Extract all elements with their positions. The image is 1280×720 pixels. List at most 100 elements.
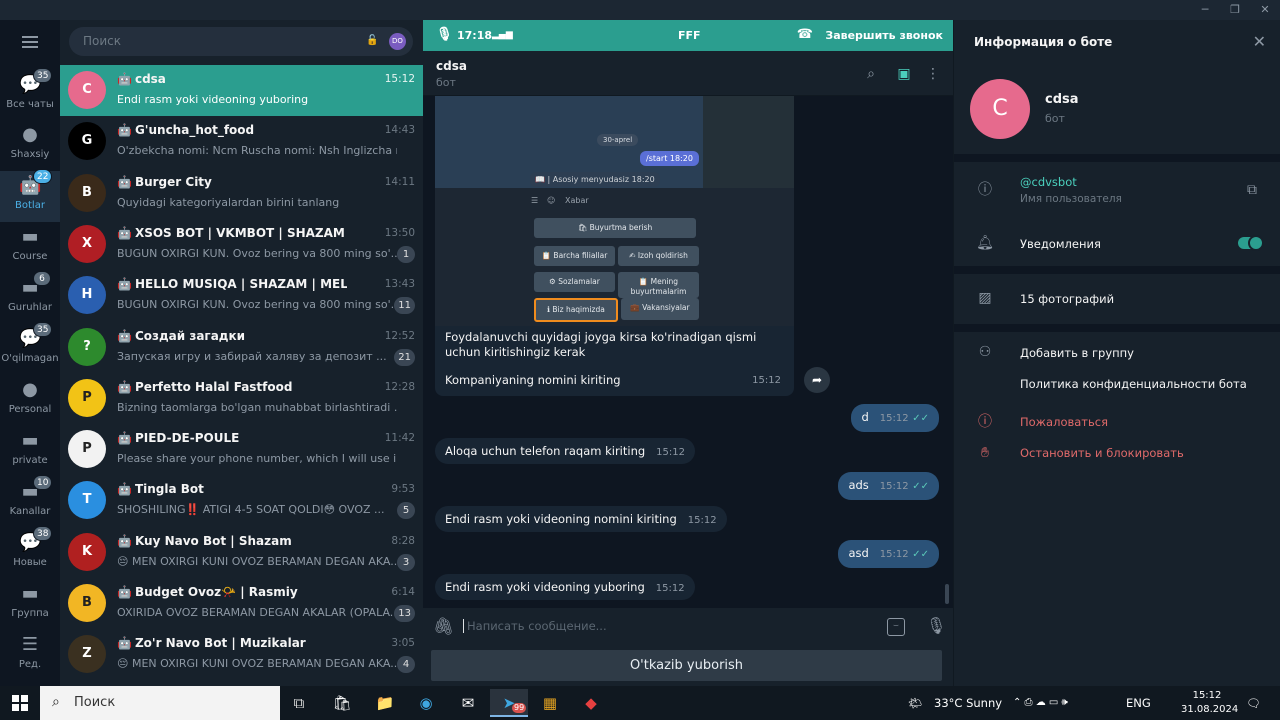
hang-up-icon[interactable]: ☎ — [797, 27, 813, 42]
skip-button[interactable]: O'tkazib yuborish — [431, 650, 942, 681]
photo-message[interactable]: 30-aprel /start 18:20 📖 | Asosiy menyuda… — [435, 96, 794, 396]
anydesk-icon[interactable]: ◆ — [572, 689, 610, 717]
chat-row[interactable]: P 🤖 Perfetto Halal Fastfood 12:28 Bizning ta… — [60, 373, 423, 424]
chat-avatar[interactable]: C — [68, 71, 106, 109]
chat-avatar[interactable]: Z — [68, 635, 106, 674]
tray-icons[interactable]: ⌃ ⎙ ☁ ▭ 🕪 — [1013, 686, 1068, 720]
outgoing-message[interactable]: d 15:12 ✓✓ — [851, 404, 939, 432]
chat-avatar[interactable]: P — [68, 430, 106, 469]
incoming-message[interactable]: Aloqa uchun telefon raqam kiriting 15:12 — [435, 438, 695, 464]
folder-label: Course — [12, 251, 48, 262]
close-icon[interactable]: ✕ — [1253, 32, 1266, 51]
chat-row[interactable]: P 🤖 PIED-DE-POULE 11:42 Please share your ph… — [60, 424, 423, 475]
more-icon[interactable]: ⋮ — [924, 65, 942, 83]
username-value[interactable]: @cdvsbot — [1020, 175, 1077, 189]
chat-row[interactable]: X 🤖XSOS BOT | VKMBOT | SHAZAM | MUZIKA 13:… — [60, 219, 423, 270]
chat-row[interactable]: K 🤖 Kuy Navo Bot | Shazam 8:28 😔 MEN OXIRGI … — [60, 527, 423, 578]
outgoing-message[interactable]: asd 15:12 ✓✓ — [838, 540, 939, 568]
microphone-icon[interactable]: 🎙 — [436, 27, 453, 42]
notification-center-icon[interactable]: 🗨 — [1246, 686, 1261, 720]
weather-icon[interactable]: 🌤 — [908, 686, 923, 720]
screenshot-photo[interactable]: 30-aprel /start 18:20 📖 | Asosiy menyuda… — [435, 96, 794, 326]
chat-avatar[interactable]: X — [68, 224, 106, 263]
ide-icon[interactable]: ▦ — [531, 689, 569, 717]
search-icon[interactable]: ⌕ — [862, 65, 880, 83]
message-input[interactable]: Написать сообщение... — [463, 619, 607, 633]
folder-0[interactable]: 💬 Все чаты 35 — [0, 68, 60, 121]
scrollbar-thumb[interactable] — [945, 584, 949, 604]
search-input[interactable]: Поиск 🔓 DO — [69, 27, 413, 56]
lock-icon[interactable]: 🔓 — [366, 35, 378, 46]
forward-icon[interactable]: ➦ — [804, 367, 830, 393]
chat-row[interactable]: T 🤖 Tingla Bot 9:53 SHOSHILING‼️ ATIGI 4-5 S… — [60, 475, 423, 526]
close-window-icon[interactable]: ✕ — [1250, 2, 1280, 18]
folder-10[interactable]: ▬ Группа — [0, 579, 60, 630]
message-scrollbar[interactable] — [945, 96, 949, 604]
taskbar-search[interactable]: ⌕ Поиск — [40, 686, 280, 720]
bot-avatar[interactable]: C — [970, 79, 1030, 139]
emoji-icon[interactable]: ⌣ — [887, 618, 905, 636]
chat-avatar[interactable]: K — [68, 532, 106, 571]
chat-row[interactable]: B 🤖 Budget Ovoz📯 | Rasmiy 6:14 OXIRIDA OVOZ … — [60, 578, 423, 629]
add-to-group-button[interactable]: Добавить в группу — [1020, 346, 1134, 360]
copy-icon[interactable]: ⧉ — [1242, 180, 1262, 200]
folder-11[interactable]: ☰ Ред. — [0, 630, 60, 681]
folder-8[interactable]: ▬ Kanallar 10 — [0, 475, 60, 528]
chat-avatar[interactable]: B — [68, 173, 106, 212]
edge-icon[interactable]: ◉ — [407, 689, 445, 717]
taskbar-search-label: Поиск — [74, 695, 116, 710]
chat-header[interactable]: cdsa бот ⌕ ▣ ⋮ — [423, 51, 953, 96]
notifications-toggle[interactable] — [1238, 235, 1264, 251]
folder-5[interactable]: 💬 O'qilmagan 35 — [0, 322, 60, 375]
language-indicator[interactable]: ENG — [1126, 686, 1151, 720]
folder-4[interactable]: ▬ Guruhlar 6 — [0, 271, 60, 324]
folder-1[interactable]: ● Shaxsiy — [0, 120, 60, 171]
outgoing-message[interactable]: ads 15:12 ✓✓ — [838, 472, 939, 500]
file-explorer-icon[interactable]: 📁 — [366, 689, 404, 717]
compose-bar: 🖇 Написать сообщение... ⌣ 🎙 — [423, 608, 953, 647]
voice-record-icon[interactable]: 🎙 — [926, 616, 946, 635]
account-avatar[interactable]: DO — [389, 33, 406, 50]
weather-text[interactable]: 33°C Sunny — [934, 686, 1002, 720]
chat-avatar[interactable]: P — [68, 378, 106, 417]
windows-start-icon[interactable] — [12, 695, 28, 711]
clock[interactable]: 15:12 31.08.2024 — [1181, 689, 1238, 717]
windows-taskbar: ⌕ Поиск ⧉ 🛍 📁 ◉ ✉ ➤ 99 ▦ ◆ 🌤 33°C Sunny ⌃… — [0, 686, 1280, 720]
unread-count: 13 — [394, 605, 415, 622]
folder-label: Все чаты — [6, 99, 54, 110]
photos-link[interactable]: 15 фотографий — [1020, 292, 1114, 306]
block-button[interactable]: Остановить и блокировать — [1020, 446, 1184, 460]
telegram-icon[interactable]: ➤ 99 — [490, 689, 528, 717]
hamburger-menu-icon[interactable] — [22, 36, 38, 48]
privacy-policy-link[interactable]: Политика конфиденциальности бота — [1020, 377, 1247, 391]
mail-icon[interactable]: ✉ — [449, 689, 487, 717]
folder-3[interactable]: ▬ Course — [0, 222, 60, 273]
minimize-icon[interactable]: ─ — [1190, 2, 1220, 18]
active-call-bar[interactable]: 🎙 17:18 ▂▄▆ FFF ☎ Завершить звонок — [423, 20, 953, 51]
chat-row[interactable]: Z 🤖 Zo'r Navo Bot | Muzikalar 3:05 😔 MEN OXI… — [60, 629, 423, 680]
folder-9[interactable]: 💬 Новые 38 — [0, 526, 60, 579]
task-view-icon[interactable]: ⧉ — [280, 689, 318, 717]
end-call-button[interactable]: Завершить звонок — [825, 29, 943, 42]
folder-7[interactable]: ▬ private — [0, 426, 60, 477]
attach-icon[interactable]: 🖇 — [433, 617, 455, 637]
chat-avatar[interactable]: B — [68, 584, 106, 622]
chat-avatar[interactable]: T — [68, 481, 106, 520]
incoming-message[interactable]: Endi rasm yoki videoning yuboring 15:12 — [435, 574, 695, 600]
chat-row[interactable]: H 🤖HELLO MUSIQA | SHAZAM | MELLSTROY 13:43… — [60, 270, 423, 321]
chat-row[interactable]: C 🤖 cdsa 15:12 Endi rasm yoki videoning yubo… — [60, 65, 423, 116]
chat-avatar[interactable]: ? — [68, 327, 106, 366]
folder-2[interactable]: 🤖 Botlar 22 — [0, 169, 60, 222]
chat-row[interactable]: ? 🤖 Создай загадки 12:52 Запуская игру и заб… — [60, 322, 423, 373]
chat-avatar[interactable]: H — [68, 276, 106, 315]
chat-avatar[interactable]: G — [68, 122, 106, 161]
maximize-icon[interactable]: ❐ — [1220, 2, 1250, 18]
incoming-message[interactable]: Endi rasm yoki videoning nomini kiriting… — [435, 506, 727, 532]
store-icon[interactable]: 🛍 — [323, 689, 361, 717]
report-button[interactable]: Пожаловаться — [1020, 415, 1108, 429]
chat-row[interactable]: B 🤖 Burger City 14:11 Quyidagi kategoriyalar… — [60, 168, 423, 219]
chat-row[interactable]: G 🤖 G'uncha_hot_food 14:43 O'zbekcha nomi: N… — [60, 116, 423, 167]
sidebar-toggle-icon[interactable]: ▣ — [895, 65, 913, 83]
chat-time: 6:14 — [391, 586, 415, 598]
folder-6[interactable]: ● Personal — [0, 375, 60, 426]
